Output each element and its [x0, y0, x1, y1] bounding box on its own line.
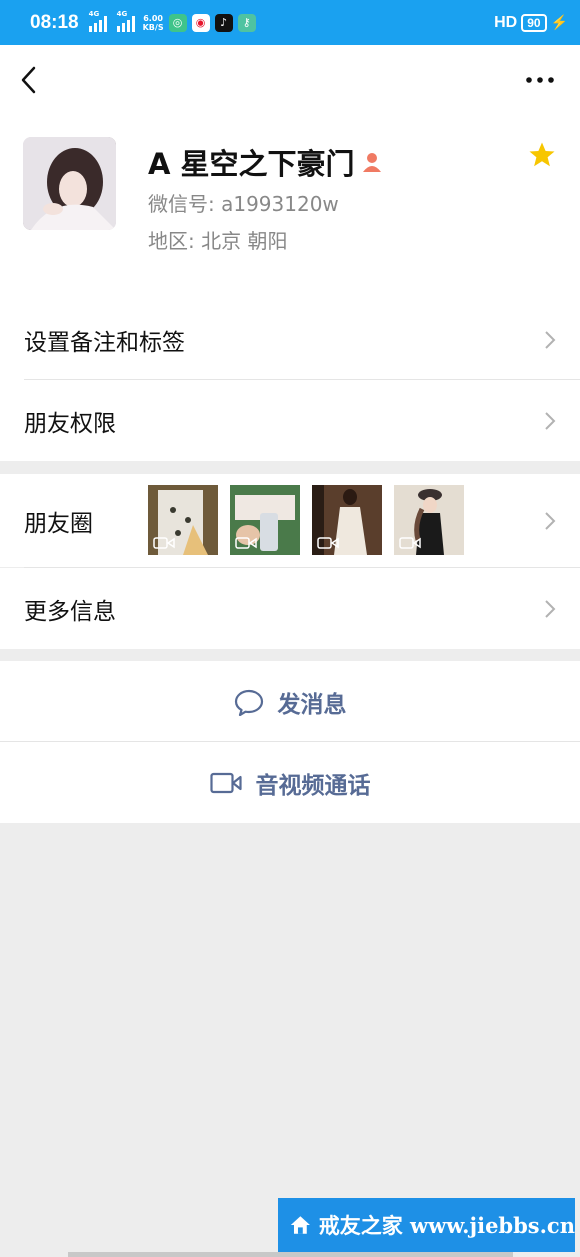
tiktok-icon: ♪ — [214, 13, 233, 32]
more-info-label: 更多信息 — [24, 598, 116, 625]
moment-thumbnail — [230, 485, 300, 555]
net-speed-unit: KB/S — [142, 22, 164, 32]
star-icon[interactable] — [528, 141, 556, 169]
remark-tags-row[interactable]: 设置备注和标签 — [0, 299, 580, 380]
gesture-bar — [68, 1252, 513, 1257]
moments-label: 朋友圈 — [24, 510, 93, 537]
video-icon — [235, 537, 257, 549]
permissions-label: 朋友权限 — [24, 410, 116, 437]
avatar[interactable] — [23, 137, 116, 230]
top-nav — [0, 45, 580, 115]
moment-thumbnail — [148, 485, 218, 555]
chevron-right-icon — [545, 411, 556, 430]
chat-app-icon: ◎ — [168, 13, 187, 32]
more-options-icon[interactable] — [524, 71, 556, 89]
status-time: 08:18 — [30, 11, 79, 33]
more-info-row[interactable]: 更多信息 — [0, 568, 580, 649]
wechat-id: 微信号: a1993120w — [148, 192, 339, 216]
nickname-text: A 星空之下豪门 — [148, 147, 355, 181]
chevron-right-icon — [545, 330, 556, 349]
status-right: HD 90 ⚡ — [494, 13, 568, 32]
hd-label: HD — [494, 13, 518, 31]
moments-row[interactable]: 朋友圈 — [0, 474, 580, 567]
key-app-icon: ⚷ — [237, 13, 256, 32]
video-icon — [399, 537, 421, 549]
remark-tags-label: 设置备注和标签 — [24, 329, 185, 356]
video-camera-icon — [209, 772, 242, 793]
moment-thumbnail — [394, 485, 464, 555]
video-call-label: 音视频通话 — [255, 772, 371, 799]
chat-bubble-icon — [234, 689, 263, 716]
female-icon — [362, 153, 381, 172]
permissions-row[interactable]: 朋友权限 — [0, 380, 580, 461]
watermark-text: 戒友之家 www.jiebbs.cn — [318, 1213, 575, 1238]
nickname: A 星空之下豪门 — [148, 141, 383, 183]
network-tag-1: 4G — [88, 9, 100, 18]
chevron-right-icon — [545, 511, 556, 530]
video-icon — [153, 537, 175, 549]
network-tag-2: 4G — [116, 9, 128, 18]
back-arrow-icon[interactable] — [18, 65, 42, 95]
send-message-button[interactable]: 发消息 — [0, 661, 580, 742]
charging-icon: ⚡ — [550, 14, 568, 30]
video-icon — [317, 537, 339, 549]
signal-icon-1: 4G — [88, 10, 107, 32]
net-speed: 6.00 KB/S — [143, 14, 164, 32]
battery-icon: 90 — [521, 13, 547, 32]
send-message-label: 发消息 — [277, 691, 347, 718]
moments-thumbnails — [148, 485, 464, 555]
chevron-right-icon — [545, 599, 556, 618]
signal-icon-2: 4G — [116, 10, 135, 32]
watermark: 戒友之家 www.jiebbs.cn — [278, 1198, 575, 1252]
video-call-button[interactable]: 音视频通话 — [0, 742, 580, 823]
weibo-icon: ◉ — [191, 13, 210, 32]
net-speed-value: 6.00 — [143, 13, 163, 23]
profile-header: A 星空之下豪门 微信号: a1993120w 地区: 北京 朝阳 — [0, 115, 580, 299]
home-icon — [290, 1216, 310, 1234]
moment-thumbnail — [312, 485, 382, 555]
region: 地区: 北京 朝阳 — [148, 229, 288, 253]
status-bar: 08:18 4G 4G 6.00 KB/S ◎ ◉ ♪ ⚷ HD 90 ⚡ — [0, 0, 580, 45]
